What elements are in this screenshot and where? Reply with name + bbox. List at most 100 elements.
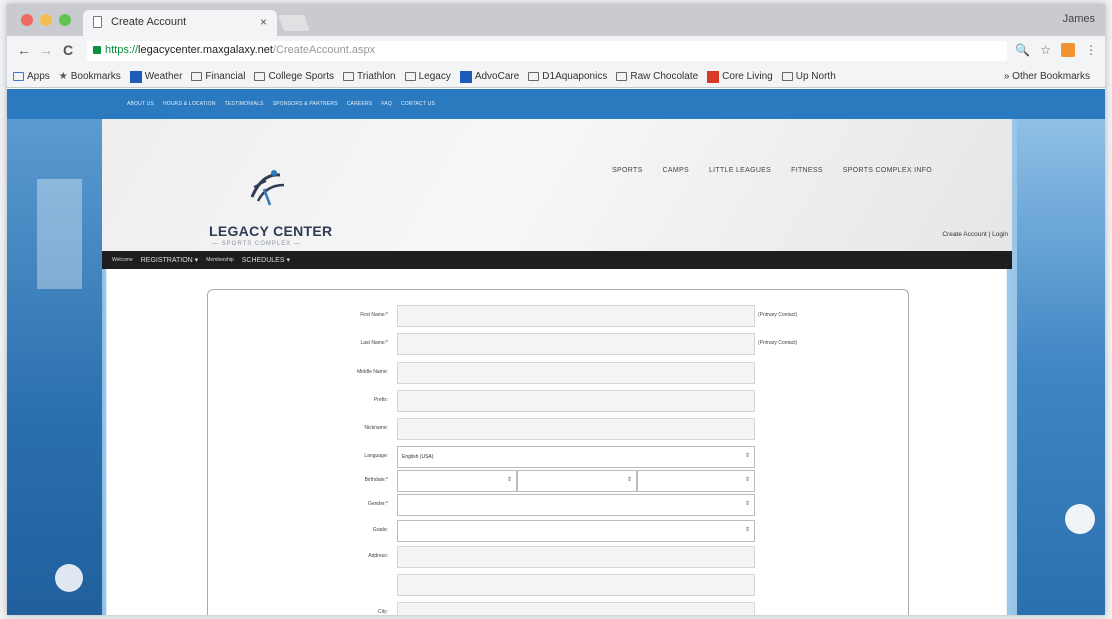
address-label: Address:: [368, 553, 388, 559]
folder-icon: [343, 72, 355, 81]
select-chevron-icon: ⇕: [744, 501, 750, 507]
birth-month-select[interactable]: ⇕: [397, 470, 517, 492]
main-nav: SPORTS CAMPS LITTLE LEAGUES FITNESS SPOR…: [612, 167, 932, 174]
logo-subtitle: — SPORTS COMPLEX —: [212, 241, 301, 247]
nav-hours-location[interactable]: HOURS & LOCATION: [163, 101, 216, 107]
runner-logo-icon[interactable]: [244, 167, 288, 209]
nav-contact-us[interactable]: CONTACT US: [401, 101, 435, 107]
city-input[interactable]: [397, 602, 755, 615]
language-value: English (USA): [402, 454, 434, 460]
bookmark-weather[interactable]: Weather: [129, 70, 182, 83]
minimize-window-button[interactable]: [40, 14, 52, 26]
bookmarks-bar: Apps ★ Bookmarks Weather Financial Colleg…: [7, 66, 1105, 88]
nav-careers[interactable]: CAREERS: [347, 101, 373, 107]
background-ball: [55, 564, 83, 592]
lock-icon: [93, 46, 101, 54]
address-bar[interactable]: https://legacycenter.maxgalaxy.net/Creat…: [87, 41, 1007, 61]
bookmark-label: Apps: [27, 71, 50, 82]
maximize-window-button[interactable]: [59, 14, 71, 26]
other-bookmarks[interactable]: » Other Bookmarks: [1004, 71, 1090, 82]
sub-nav-registration[interactable]: REGISTRATION ▾: [141, 256, 198, 264]
last-name-label: Last Name:*: [360, 340, 388, 346]
nav-sponsors-partners[interactable]: SPONSORS & PARTNERS: [273, 101, 338, 107]
prefix-label: Prefix:: [373, 397, 388, 403]
profile-name[interactable]: James: [1063, 13, 1095, 25]
nav-testimonials[interactable]: TESTIMONIALS: [225, 101, 264, 107]
bookmark-label: Up North: [795, 71, 836, 82]
site-top-nav: ABOUT US HOURS & LOCATION TESTIMONIALS S…: [7, 89, 1105, 119]
extension-icon[interactable]: [1061, 43, 1075, 57]
create-account-login-link[interactable]: Create Account | Login: [942, 231, 1008, 238]
gender-select[interactable]: ⇕: [397, 494, 755, 516]
folder-icon: [528, 72, 540, 81]
sub-nav-schedules[interactable]: SCHEDULES ▾: [242, 256, 290, 264]
bookmark-college-sports[interactable]: College Sports: [254, 71, 334, 82]
close-window-button[interactable]: [21, 14, 33, 26]
bookmark-up-north[interactable]: Up North: [781, 71, 836, 82]
background-window-light: [37, 179, 82, 289]
main-nav-sports-complex-info[interactable]: SPORTS COMPLEX INFO: [843, 167, 932, 174]
nickname-input[interactable]: [397, 418, 755, 440]
address-row: Address:: [208, 546, 908, 568]
bookmark-advocare[interactable]: AdvoCare: [459, 70, 519, 83]
folder-icon: [191, 72, 203, 81]
bookmark-label: Raw Chocolate: [630, 71, 699, 82]
birth-day-select[interactable]: ⇕: [517, 470, 637, 492]
last-name-input[interactable]: [397, 333, 755, 355]
core-living-icon: [707, 70, 720, 83]
reload-button[interactable]: C: [63, 42, 73, 58]
main-nav-sports[interactable]: SPORTS: [612, 167, 642, 174]
gender-label: Gender:*: [367, 501, 388, 507]
last-name-note: (Primary Contact): [758, 340, 798, 346]
forward-button[interactable]: →: [39, 42, 53, 58]
bookmark-bookmarks[interactable]: ★ Bookmarks: [59, 71, 121, 82]
first-name-input[interactable]: [397, 305, 755, 327]
bookmark-raw-chocolate[interactable]: Raw Chocolate: [616, 71, 698, 82]
page-icon: [93, 16, 102, 28]
address-line1-input[interactable]: [397, 546, 755, 568]
create-account-form: First Name:* (Primary Contact) Last Name…: [207, 289, 909, 615]
web-page: ABOUT US HOURS & LOCATION TESTIMONIALS S…: [7, 89, 1105, 615]
city-row: City:: [208, 602, 908, 615]
middle-name-input[interactable]: [397, 362, 755, 384]
back-button[interactable]: ←: [17, 42, 31, 58]
logo-title: LEGACY CENTER: [209, 223, 333, 239]
main-nav-fitness[interactable]: FITNESS: [791, 167, 823, 174]
tab-create-account[interactable]: Create Account ×: [83, 10, 277, 36]
tab-close-button[interactable]: ×: [260, 15, 267, 29]
sub-nav-welcome[interactable]: Welcome: [112, 257, 133, 263]
bookmark-apps[interactable]: Apps: [13, 71, 50, 82]
nav-faq[interactable]: FAQ: [381, 101, 392, 107]
browser-toolbar: ← → C https://legacycenter.maxgalaxy.net…: [7, 36, 1105, 66]
site-header: LEGACY CENTER — SPORTS COMPLEX — SPORTS …: [102, 119, 1012, 251]
bookmark-label: Triathlon: [357, 71, 396, 82]
select-chevron-icon: ⇕: [744, 453, 750, 459]
bookmark-core-living[interactable]: Core Living: [707, 70, 773, 83]
bookmark-star-icon[interactable]: ☆: [1040, 43, 1051, 57]
bookmark-d1aquaponics[interactable]: D1Aquaponics: [528, 71, 607, 82]
url-host: legacycenter.maxgalaxy.net: [138, 44, 273, 56]
nav-about-us[interactable]: ABOUT US: [127, 101, 154, 107]
new-tab-button[interactable]: [278, 15, 310, 31]
folder-icon: [781, 72, 793, 81]
sub-nav-membership[interactable]: Membership: [206, 257, 234, 263]
grade-select[interactable]: ⇕: [397, 520, 755, 542]
zoom-icon[interactable]: 🔍: [1015, 43, 1030, 57]
browser-menu-icon[interactable]: ⋮: [1085, 43, 1097, 57]
main-nav-little-leagues[interactable]: LITTLE LEAGUES: [709, 167, 771, 174]
advocare-icon: [459, 70, 472, 83]
address-line2-input[interactable]: [397, 574, 755, 596]
bookmark-legacy[interactable]: Legacy: [404, 71, 451, 82]
bookmark-financial[interactable]: Financial: [191, 71, 245, 82]
folder-icon: [254, 72, 266, 81]
sub-nav-bar: Welcome REGISTRATION ▾ Membership SCHEDU…: [102, 251, 1012, 269]
address-line2-row: [208, 574, 908, 596]
birthdate-row: Birthdate:* ⇕ ⇕ ⇕: [208, 470, 908, 492]
birth-year-select[interactable]: ⇕: [637, 470, 755, 492]
background-photo-right: [1017, 119, 1105, 615]
bookmark-triathlon[interactable]: Triathlon: [343, 71, 396, 82]
main-nav-camps[interactable]: CAMPS: [663, 167, 689, 174]
grade-row: Grade: ⇕: [208, 520, 908, 542]
language-select[interactable]: English (USA) ⇕: [397, 446, 755, 468]
prefix-input[interactable]: [397, 390, 755, 412]
